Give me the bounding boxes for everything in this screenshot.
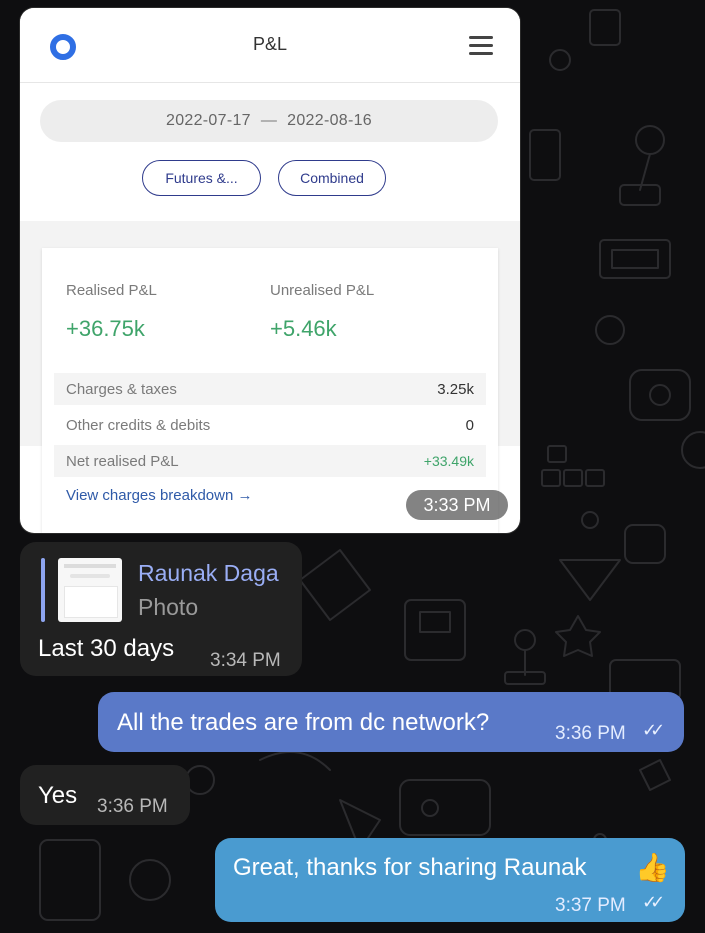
date-range-separator: — bbox=[260, 112, 278, 129]
realised-pnl-label: Realised P&L bbox=[66, 282, 157, 299]
charges-breakdown-link[interactable]: View charges breakdown → bbox=[66, 487, 253, 504]
date-range-picker[interactable]: 2022-07-17 — 2022-08-16 bbox=[40, 100, 498, 142]
date-range-start: 2022-07-17 bbox=[166, 112, 251, 129]
hamburger-menu-icon[interactable] bbox=[469, 36, 493, 56]
reply-sender-name: Raunak Daga bbox=[138, 560, 279, 586]
outgoing-message[interactable]: Great, thanks for sharing Raunak 👍 3:37 … bbox=[215, 838, 685, 922]
message-time: 3:36 PM bbox=[555, 723, 626, 744]
net-realised-row: Net realised P&L +33.49k bbox=[54, 445, 486, 477]
message-time: 3:36 PM bbox=[97, 796, 168, 817]
message-time: 3:34 PM bbox=[210, 650, 281, 671]
charges-label: Charges & taxes bbox=[66, 380, 177, 398]
incoming-message[interactable]: Yes 3:36 PM bbox=[20, 765, 190, 825]
other-credits-row: Other credits & debits 0 bbox=[54, 409, 486, 441]
page-title: P&L bbox=[252, 34, 288, 54]
unrealised-pnl-label: Unrealised P&L bbox=[270, 282, 375, 299]
segment-filter-combined[interactable]: Combined bbox=[278, 160, 386, 196]
net-realised-value: +33.49k bbox=[423, 453, 474, 469]
charges-value: 3.25k bbox=[437, 380, 474, 398]
reply-accent-bar bbox=[41, 558, 45, 622]
message-time: 3:37 PM bbox=[555, 895, 626, 916]
realised-pnl-value: +36.75k bbox=[66, 316, 145, 341]
message-text: Yes bbox=[38, 782, 78, 809]
date-range-end: 2022-08-16 bbox=[287, 112, 372, 129]
unrealised-pnl-value: +5.46k bbox=[270, 316, 337, 341]
double-check-icon: ✓✓ bbox=[642, 892, 665, 912]
pnl-screenshot-message[interactable]: P&L 2022-07-17 — 2022-08-16 Futures &...… bbox=[20, 8, 520, 533]
other-credits-label: Other credits & debits bbox=[66, 416, 211, 434]
charges-row: Charges & taxes 3.25k bbox=[54, 373, 486, 405]
message-text: All the trades are from dc network? bbox=[117, 709, 490, 736]
app-header: P&L bbox=[20, 8, 520, 83]
message-text: Great, thanks for sharing Raunak bbox=[233, 854, 587, 881]
incoming-message-reply[interactable]: Raunak Daga Photo Last 30 days 3:34 PM bbox=[20, 542, 302, 676]
thumbs-up-icon: 👍 bbox=[635, 852, 670, 883]
other-credits-value: 0 bbox=[465, 416, 474, 434]
net-realised-label: Net realised P&L bbox=[66, 452, 179, 470]
double-check-icon: ✓✓ bbox=[642, 720, 665, 740]
image-timestamp: 3:33 PM bbox=[406, 490, 508, 520]
segment-filter-futures[interactable]: Futures &... bbox=[142, 160, 261, 196]
reply-photo-thumbnail[interactable] bbox=[58, 558, 122, 622]
message-text: Last 30 days bbox=[38, 635, 175, 662]
outgoing-message[interactable]: All the trades are from dc network? 3:36… bbox=[98, 692, 684, 752]
reply-media-kind: Photo bbox=[138, 594, 199, 620]
